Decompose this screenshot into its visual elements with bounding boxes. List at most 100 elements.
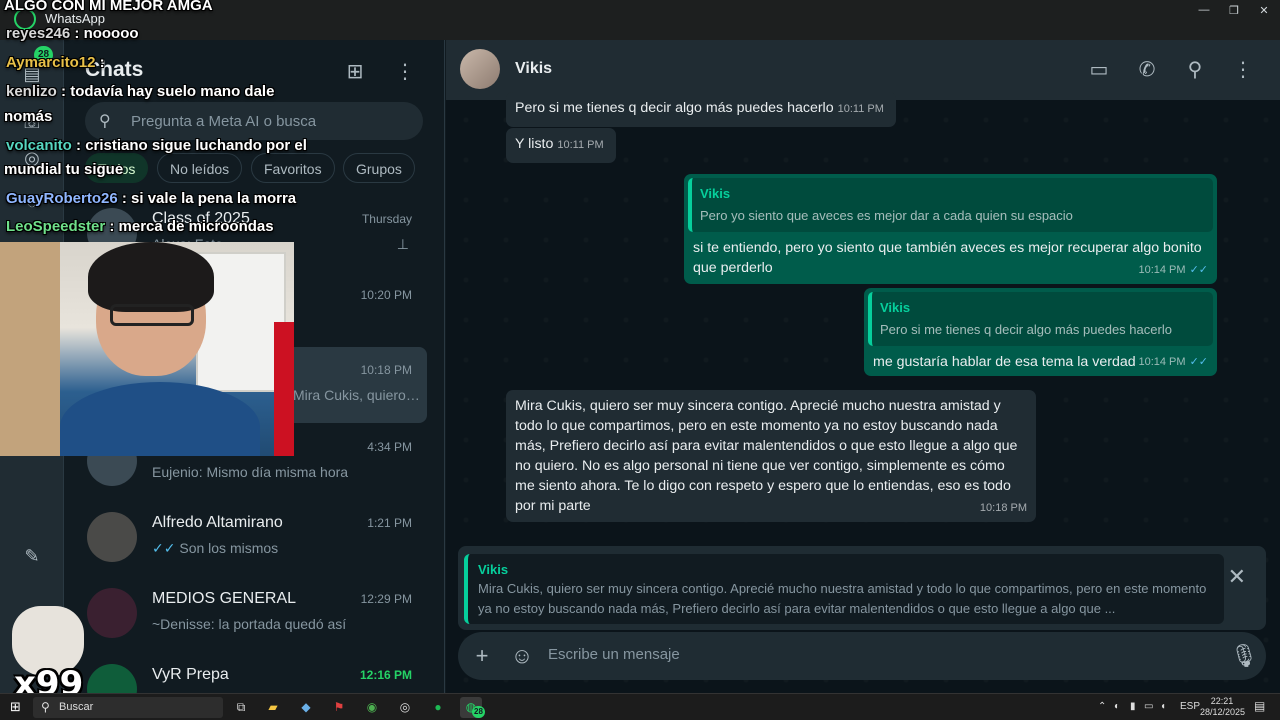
message-incoming[interactable]: Pero si me tienes q decir algo más puede… [506, 92, 896, 127]
microphone-icon[interactable]: 🎙 [1230, 644, 1258, 668]
filter-grupos[interactable]: Grupos [343, 153, 415, 183]
attach-plus-icon[interactable]: + [470, 644, 494, 668]
chat-time: 10:18 PM [360, 363, 412, 377]
chrome-icon[interactable]: ◉ [361, 697, 383, 718]
reply-text: Mira Cukis, quiero ser muy sincera conti… [478, 581, 1207, 616]
conversation-panel: Vikis ▭ ✆ ⚲ ⋮ Pero si me tienes q decir … [446, 40, 1280, 693]
search-input[interactable]: ⚲ Pregunta a Meta AI o busca [85, 102, 423, 140]
maximize-button[interactable]: ❐ [1224, 4, 1244, 18]
quoted-text: Pero si me tienes q decir algo más puede… [880, 322, 1172, 337]
chat-preview: Eujenio: Mismo día misma hora [152, 464, 349, 480]
chat-row-alfredo[interactable]: Alfredo Altamirano ✓✓ Son los mismos 1:2… [65, 500, 444, 576]
message-incoming[interactable]: Mira Cukis, quiero ser muy sincera conti… [506, 390, 1036, 522]
message-time: 10:11 PM [557, 139, 604, 151]
whatsapp-taskbar-badge: 28 [472, 706, 485, 718]
avatar [87, 664, 137, 693]
phone-icon[interactable]: ✆ [1135, 58, 1159, 82]
chat-name: VyR Prepa [152, 666, 229, 683]
message-outgoing[interactable]: Vikis Pero yo siento que aveces es mejor… [684, 174, 1217, 284]
filter-favoritos[interactable]: Favoritos [251, 153, 335, 183]
menu-icon[interactable]: ⋮ [393, 60, 417, 84]
contact-avatar[interactable] [460, 49, 500, 89]
chat-preview: Mira Cukis, quiero ser muy sincera cont.… [293, 387, 423, 403]
sticker-icon[interactable]: ☺ [510, 644, 534, 668]
message-text: si te entiendo, pero yo siento que tambi… [693, 240, 1202, 276]
close-window-button[interactable]: ✕ [1254, 4, 1274, 18]
chat-time: 1:21 PM [367, 516, 412, 530]
windows-start-icon[interactable]: ⊞ [10, 700, 24, 714]
message-text: Y listo [515, 136, 554, 152]
stream-chat-line: Aymarcito12 : [6, 54, 105, 71]
red-object [274, 322, 294, 456]
chat-row-medios-general[interactable]: MEDIOS GENERAL ~Denisse: la portada qued… [65, 576, 444, 652]
video-call-icon[interactable]: ▭ [1087, 58, 1111, 82]
stream-chat-line: GuayRoberto26 : si vale la pena la morra [6, 190, 297, 207]
spotify-icon[interactable]: ● [427, 697, 449, 718]
message-meta: 10:14 PM ✓✓ [1138, 260, 1208, 280]
chat-time: 12:16 PM [359, 668, 412, 682]
message-time: 10:14 PM [1138, 264, 1186, 276]
stream-chat-line: volcanito : cristiano sigue luchando por… [6, 137, 307, 154]
chat-time: Thursday [361, 212, 412, 226]
edit-status-icon[interactable]: ✎ [20, 544, 44, 568]
quoted-author: Vikis [880, 300, 911, 315]
app-icon[interactable]: ⚑ [328, 697, 350, 718]
search-icon[interactable]: ⚲ [1183, 58, 1207, 82]
clock-time: 22:21 [1210, 696, 1234, 706]
close-reply-icon[interactable]: ✕ [1228, 564, 1246, 590]
reply-quote: Vikis Mira Cukis, quiero ser muy sincera… [464, 554, 1224, 624]
notifications-icon[interactable]: ▤ [1254, 699, 1265, 713]
stream-chat-line: LeoSpeedster : merca de microondas [6, 218, 274, 235]
taskbar-clock[interactable]: 22:21 28/12/2025 [1200, 696, 1246, 718]
clock-date: 28/12/2025 [1200, 707, 1246, 717]
chat-time: 12:29 PM [360, 592, 412, 606]
tray-chevron-icon[interactable]: ⌃ [1098, 701, 1106, 712]
message-time: 10:14 PM [1138, 356, 1186, 368]
message-text: me gustaría hablar de esa tema la verdad [873, 354, 1136, 370]
volume-icon[interactable]: ◖ [1160, 701, 1166, 712]
chat-preview: ~Denisse: la portada quedó así [152, 616, 347, 632]
stream-chat-line: kenlizo : todavía hay suelo mano dale [6, 83, 275, 100]
stream-chat-line: mundial tu sigue [4, 161, 124, 178]
menu-icon[interactable]: ⋮ [1231, 58, 1255, 82]
quoted-message[interactable]: Vikis Pero yo siento que aveces es mejor… [688, 178, 1213, 232]
chat-row-vyr-prepa[interactable]: VyR Prepa 12:16 PM [65, 652, 444, 693]
message-outgoing[interactable]: Vikis Pero si me tienes q decir algo más… [864, 288, 1217, 376]
language-indicator[interactable]: ESP [1180, 701, 1200, 712]
search-icon: ⚲ [99, 113, 111, 130]
contact-name[interactable]: Vikis [515, 60, 552, 78]
read-ticks-icon: ✓✓ [152, 540, 176, 556]
reply-author: Vikis [478, 562, 509, 577]
message-input[interactable]: Escribe un mensaje [548, 646, 680, 663]
quoted-author: Vikis [700, 186, 731, 201]
stream-chat-line: nomás [4, 108, 53, 125]
obs-icon[interactable]: ◎ [394, 697, 416, 718]
conversation-header[interactable]: Vikis ▭ ✆ ⚲ ⋮ [446, 40, 1280, 100]
new-chat-icon[interactable]: ⊞ [343, 60, 367, 84]
quoted-message[interactable]: Vikis Pero si me tienes q decir algo más… [868, 292, 1213, 346]
reply-preview-panel: Vikis Mira Cukis, quiero ser muy sincera… [458, 546, 1266, 630]
file-explorer-icon[interactable]: ▰ [262, 697, 284, 718]
door [0, 242, 60, 456]
filter-no-leidos[interactable]: No leídos [157, 153, 243, 183]
tray-mic-icon[interactable]: ▮ [1130, 701, 1136, 712]
store-icon[interactable]: ◆ [295, 697, 317, 718]
glasses [110, 304, 194, 326]
minimize-button[interactable]: — [1194, 4, 1214, 18]
message-incoming[interactable]: Y listo 10:11 PM [506, 128, 616, 163]
search-placeholder: Pregunta a Meta AI o busca [131, 113, 317, 130]
taskbar-search[interactable]: ⚲ Buscar [33, 697, 223, 718]
streamer-body [60, 382, 260, 456]
read-ticks-icon: ✓✓ [1189, 356, 1208, 368]
chat-time: 10:20 PM [360, 288, 412, 302]
avatar [87, 512, 137, 562]
message-text: Mira Cukis, quiero ser muy sincera conti… [515, 398, 1018, 514]
quoted-text: Pero yo siento que aveces es mejor dar a… [700, 208, 1073, 223]
network-icon[interactable]: ▭ [1144, 701, 1153, 712]
stream-title: ALGO CON MI MEJOR AMGA [4, 0, 213, 14]
task-view-icon[interactable]: ⧉ [230, 697, 252, 718]
tray-icon[interactable]: ◐ [1114, 701, 1120, 712]
windows-taskbar: ⊞ ⚲ Buscar ⧉ ▰ ◆ ⚑ ◉ ◎ ● ◍ 28 ⌃ ◐ ▮ ▭ ◖ … [0, 693, 1280, 720]
search-icon: ⚲ [41, 700, 50, 714]
message-time: 10:11 PM [837, 103, 884, 115]
